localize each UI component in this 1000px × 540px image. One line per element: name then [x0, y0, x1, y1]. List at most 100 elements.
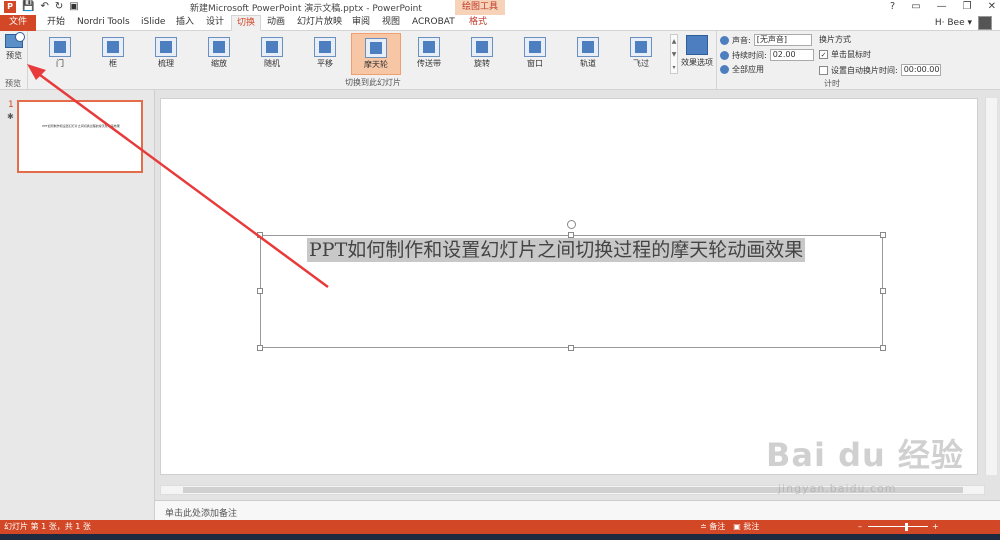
- transition-fly-through[interactable]: 飞过: [616, 33, 666, 75]
- transition-zoom[interactable]: 缩放: [194, 33, 244, 75]
- advance-title-label: 换片方式: [819, 35, 851, 44]
- document-title: 新建Microsoft PowerPoint 演示文稿.pptx - Power…: [190, 4, 422, 14]
- quick-access-toolbar: P 💾 ↶ ↻ ▣: [4, 1, 79, 13]
- door-icon: [49, 37, 71, 57]
- help-icon[interactable]: ?: [890, 1, 895, 12]
- slide-canvas[interactable]: PPT如何制作和设置幻灯片之间切换过程的摩天轮动画效果: [160, 98, 978, 475]
- after-checkbox[interactable]: [819, 65, 828, 75]
- tab-file[interactable]: 文件: [0, 15, 36, 31]
- transition-label: 轨道: [580, 59, 596, 68]
- resize-handle[interactable]: [880, 345, 886, 351]
- zoom-in-button[interactable]: +: [932, 520, 939, 534]
- sound-value: [无声音]: [756, 35, 787, 44]
- tab-transitions[interactable]: 切换: [231, 15, 262, 31]
- tab-nordri-tools[interactable]: Nordri Tools: [72, 15, 135, 31]
- transition-comb[interactable]: 梳理: [141, 33, 191, 75]
- transition-window[interactable]: 窗口: [510, 33, 560, 75]
- watermark-brand: Bai du 经验: [766, 436, 964, 474]
- present-icon[interactable]: ▣: [69, 1, 78, 13]
- transition-rotate[interactable]: 旋转: [457, 33, 507, 75]
- sound-label: 声音:: [732, 35, 751, 45]
- after-time-input[interactable]: 00:00.00: [900, 64, 941, 76]
- tab-review[interactable]: 审阅: [347, 15, 375, 31]
- transition-gallery: 门 框 梳理 缩放 随机 平移 摩天轮 传送带 旋转 窗口 轨道 飞过: [30, 33, 670, 75]
- tab-format[interactable]: 格式: [464, 15, 492, 31]
- tab-design[interactable]: 设计: [201, 15, 229, 31]
- zoom-out-button[interactable]: –: [858, 520, 862, 534]
- tab-slideshow[interactable]: 幻灯片放映: [292, 15, 347, 31]
- avatar[interactable]: [978, 16, 992, 30]
- preview-group-label: 预览: [5, 79, 21, 88]
- ferris-wheel-icon: [365, 38, 387, 58]
- minimize-button[interactable]: —: [937, 1, 947, 12]
- transition-label: 飞过: [633, 59, 649, 68]
- tab-view[interactable]: 视图: [377, 15, 405, 31]
- redo-icon[interactable]: ↻: [55, 1, 63, 13]
- tab-acrobat[interactable]: ACROBAT: [407, 15, 460, 31]
- zoom-slider[interactable]: [868, 526, 928, 527]
- ribbon: 预览 预览 门 框 梳理 缩放 随机 平移 摩天轮 传送带 旋转 窗口 轨道 飞…: [0, 31, 1000, 90]
- resize-handle[interactable]: [568, 345, 574, 351]
- tab-animations[interactable]: 动画: [262, 15, 290, 31]
- effect-options-icon: [686, 35, 708, 55]
- thumbnail-title: PPT如何制作和设置幻灯片之间切换过程的摩天轮动画效果: [42, 124, 120, 128]
- resize-handle[interactable]: [257, 345, 263, 351]
- effect-options-button[interactable]: 效果选项: [680, 35, 714, 85]
- save-icon[interactable]: 💾: [22, 1, 34, 13]
- tab-islide[interactable]: iSlide: [136, 15, 170, 31]
- transition-orbit[interactable]: 轨道: [563, 33, 613, 75]
- transition-conveyor[interactable]: 传送带: [404, 33, 454, 75]
- transition-random[interactable]: 随机: [247, 33, 297, 75]
- transition-label: 摩天轮: [364, 60, 388, 69]
- slide-number: 1: [8, 100, 14, 110]
- vertical-scrollbar[interactable]: [985, 98, 997, 475]
- user-name[interactable]: H· Bee ▾: [935, 18, 972, 28]
- slide-title[interactable]: PPT如何制作和设置幻灯片之间切换过程的摩天轮动画效果: [307, 238, 806, 262]
- gallery-scroll[interactable]: ▲ ▼ ▾: [670, 34, 678, 74]
- sound-dropdown[interactable]: [无声音]: [753, 34, 812, 46]
- notes-placeholder: 单击此处添加备注: [165, 509, 238, 519]
- ribbon-display-icon[interactable]: ▭: [911, 1, 920, 12]
- preview-icon: [5, 32, 25, 48]
- notes-toggle[interactable]: ≐ 备注: [700, 520, 725, 534]
- undo-icon[interactable]: ↶: [40, 1, 48, 13]
- transition-pan[interactable]: 平移: [300, 33, 350, 75]
- pan-icon: [314, 37, 336, 57]
- transition-ferris-wheel[interactable]: 摩天轮: [351, 33, 401, 75]
- windows-taskbar: [0, 534, 1000, 540]
- duration-row: 持续时间: 02.00: [720, 49, 814, 61]
- preview-button[interactable]: 预览: [3, 32, 25, 70]
- restore-button[interactable]: ❐: [963, 1, 972, 12]
- effect-options-label: 效果选项: [681, 58, 713, 67]
- preview-label: 预览: [6, 51, 22, 60]
- on-click-checkbox[interactable]: ✓: [819, 50, 828, 59]
- box-icon: [102, 37, 124, 57]
- title-placeholder[interactable]: PPT如何制作和设置幻灯片之间切换过程的摩天轮动画效果: [257, 220, 886, 351]
- comments-toggle[interactable]: ▣ 批注: [733, 520, 759, 534]
- rotate-handle-icon[interactable]: [567, 220, 576, 229]
- on-click-label: 单击鼠标时: [831, 50, 871, 59]
- resize-handle[interactable]: [257, 288, 263, 294]
- zoom-icon: [208, 37, 230, 57]
- baidu-watermark: Bai du 经验 jingyan.baidu.com: [760, 430, 1000, 520]
- gallery-group-label: 切换到此幻灯片: [345, 78, 401, 87]
- resize-handle[interactable]: [257, 232, 263, 238]
- transition-label: 传送带: [417, 59, 441, 68]
- duration-input[interactable]: 02.00: [769, 49, 814, 61]
- transition-marker-icon: ✱: [7, 112, 14, 121]
- tab-insert[interactable]: 插入: [171, 15, 199, 31]
- user-account[interactable]: H· Bee ▾: [935, 15, 992, 31]
- resize-handle[interactable]: [880, 232, 886, 238]
- close-button[interactable]: ✕: [988, 1, 996, 12]
- slide-thumbnail[interactable]: PPT如何制作和设置幻灯片之间切换过程的摩天轮动画效果: [17, 100, 143, 173]
- timing-group: 声音: [无声音] 持续时间: 02.00 全部应用 换片方式 ✓ 单击鼠标时 …: [716, 31, 946, 90]
- apply-all-icon: [720, 65, 729, 74]
- status-bar: 幻灯片 第 1 张，共 1 张 ≐ 备注 ▣ 批注 – +: [0, 520, 1000, 534]
- zoom-slider-knob[interactable]: [905, 523, 908, 531]
- transition-door[interactable]: 门: [35, 33, 85, 75]
- duration-label: 持续时间:: [732, 50, 767, 60]
- apply-all-button[interactable]: 全部应用: [720, 64, 764, 75]
- transition-box[interactable]: 框: [88, 33, 138, 75]
- tab-home[interactable]: 开始: [42, 15, 70, 31]
- resize-handle[interactable]: [880, 288, 886, 294]
